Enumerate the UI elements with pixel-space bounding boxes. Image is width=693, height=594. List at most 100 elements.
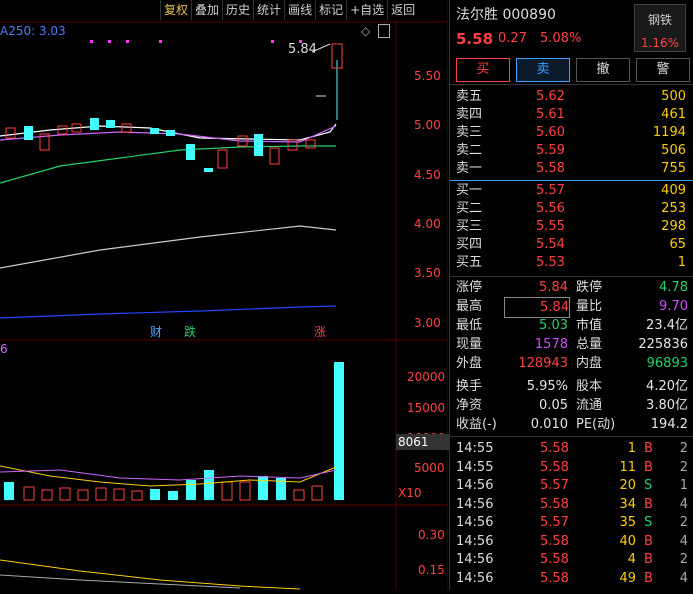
ask-price: 5.58 [536, 161, 565, 176]
bid-volume: 253 [661, 201, 686, 216]
trade-qty: 34 [619, 496, 636, 512]
toolbar-back[interactable]: 返回 [387, 0, 418, 20]
cancel-order-button[interactable]: 撤 [576, 58, 630, 82]
vol-axis-15000: 15000 [407, 401, 446, 415]
sector-badge[interactable]: 钢铁 1.16% [634, 4, 686, 52]
trade-row: 14:56 5.58 4 B 2 [456, 551, 688, 569]
trade-qty: 49 [619, 570, 636, 586]
toolbar-overlay[interactable]: 叠加 [191, 0, 222, 20]
info-label: 外盘 [456, 356, 483, 371]
trade-time: 14:55 [456, 441, 494, 456]
info-label: 流通 [576, 398, 603, 413]
current-price: 5.58 [456, 30, 494, 48]
trade-side: B [644, 441, 653, 456]
bid-row[interactable]: 买五 5.53 1 [456, 254, 686, 272]
bid-label: 买三 [456, 219, 483, 234]
info-row: 净资 0.05 流通 3.80亿 [456, 396, 688, 415]
trade-price: 5.58 [540, 496, 569, 512]
ask-row[interactable]: 卖二 5.59 506 [456, 142, 686, 160]
bid-row[interactable]: 买三 5.55 298 [456, 218, 686, 236]
trade-time: 14:56 [456, 552, 494, 567]
trade-row: 14:56 5.57 20 S 1 [456, 477, 688, 495]
bid-price: 5.56 [536, 201, 565, 216]
bid-label: 买一 [456, 183, 483, 198]
info-label: 市值 [576, 318, 603, 333]
price-axis-4-00: 4.00 [414, 217, 441, 231]
panel-toggle-icon[interactable] [378, 24, 390, 38]
info-label: 内盘 [576, 356, 603, 371]
info-value: 4.78 [659, 280, 688, 295]
bid-row[interactable]: 买二 5.56 253 [456, 200, 686, 218]
ask-price: 5.62 [536, 89, 565, 104]
trade-side: B [644, 570, 653, 586]
trade-price: 5.58 [540, 552, 569, 567]
toolbar-add-watchlist[interactable]: +自选 [346, 0, 387, 20]
info-label: 现量 [456, 337, 483, 352]
ask-label: 卖五 [456, 89, 483, 104]
bid-price: 5.54 [536, 237, 565, 252]
bid-row[interactable]: 买一 5.57 409 [456, 182, 686, 200]
ask-row[interactable]: 卖三 5.60 1194 [456, 124, 686, 142]
toolbar-history[interactable]: 历史 [222, 0, 253, 20]
chart-canvas [0, 0, 449, 590]
trade-time: 14:56 [456, 478, 494, 493]
trade-qty: 4 [627, 552, 636, 567]
ask-row[interactable]: 卖一 5.58 755 [456, 160, 686, 178]
trade-time: 14:56 [456, 533, 494, 549]
kline-chart[interactable]: 复权 叠加 历史 统计 画线 标记 +自选 返回 A250: 3.03 ◇ 5.… [0, 0, 450, 590]
trade-price: 5.57 [540, 478, 569, 493]
toolbar-draw[interactable]: 画线 [284, 0, 315, 20]
ask-row[interactable]: 卖五 5.62 500 [456, 88, 686, 106]
trade-count: 2 [679, 459, 688, 475]
diamond-icon[interactable]: ◇ [361, 24, 370, 38]
ask-row[interactable]: 卖四 5.61 461 [456, 106, 686, 124]
info-row: 涨停 5.84 跌停 4.78 [456, 278, 688, 297]
toolbar-mark[interactable]: 标记 [315, 0, 346, 20]
ask-volume: 755 [661, 161, 686, 176]
trade-qty: 35 [619, 515, 636, 530]
vol-current-badge: 8061 [396, 434, 450, 450]
event-rise[interactable]: 涨 [314, 323, 326, 340]
ask-price: 5.59 [536, 143, 565, 158]
stock-name-code: 法尔胜 000890 [456, 7, 556, 23]
alert-button[interactable]: 警 [636, 58, 690, 82]
high-price-label: 5.84 [288, 42, 317, 57]
trade-count: 2 [679, 552, 688, 567]
price-axis-5-50: 5.50 [414, 69, 441, 83]
sell-button[interactable]: 卖 [516, 58, 570, 82]
price-change: 0.27 [498, 31, 527, 46]
info-value: 225836 [638, 337, 688, 352]
trade-count: 4 [679, 496, 688, 512]
price-axis-3-50: 3.50 [414, 266, 441, 280]
bid-row[interactable]: 买四 5.54 65 [456, 236, 686, 254]
ask-price: 5.60 [536, 125, 565, 140]
toolbar-stats[interactable]: 统计 [253, 0, 284, 20]
trade-price: 5.57 [540, 515, 569, 530]
ask-label: 卖三 [456, 125, 483, 140]
trade-count: 1 [679, 478, 688, 493]
divider [450, 180, 693, 181]
info-value: 4.20亿 [646, 379, 688, 394]
buy-button[interactable]: 买 [456, 58, 510, 82]
bid-volume: 409 [661, 183, 686, 198]
bid-volume: 298 [661, 219, 686, 234]
event-finance[interactable]: 财 [150, 323, 162, 340]
trade-row: 14:56 5.57 35 S 2 [456, 514, 688, 532]
quote-panel: 法尔胜 000890 5.58 0.27 5.08% 钢铁 1.16% 买 卖 … [449, 0, 693, 590]
trade-side: B [644, 533, 653, 549]
chart-toolbar: 复权 叠加 历史 统计 画线 标记 +自选 返回 [160, 0, 418, 20]
ask-volume: 1194 [652, 125, 686, 140]
event-fall[interactable]: 跌 [184, 323, 196, 340]
info-row: 换手 5.95% 股本 4.20亿 [456, 377, 688, 396]
ask-price: 5.61 [536, 107, 565, 122]
toolbar-fuquan[interactable]: 复权 [160, 0, 191, 20]
bid-volume: 1 [677, 255, 686, 270]
ask-volume: 500 [661, 89, 686, 104]
info-label: 涨停 [456, 280, 483, 295]
info-row: 最低 5.03 市值 23.4亿 [456, 316, 688, 335]
ma-label: A250: 3.03 [0, 24, 66, 38]
info-value: 128943 [518, 356, 568, 371]
price-axis-3-00: 3.00 [414, 316, 441, 330]
info-value: 23.4亿 [646, 318, 688, 333]
ask-label: 卖一 [456, 161, 483, 176]
